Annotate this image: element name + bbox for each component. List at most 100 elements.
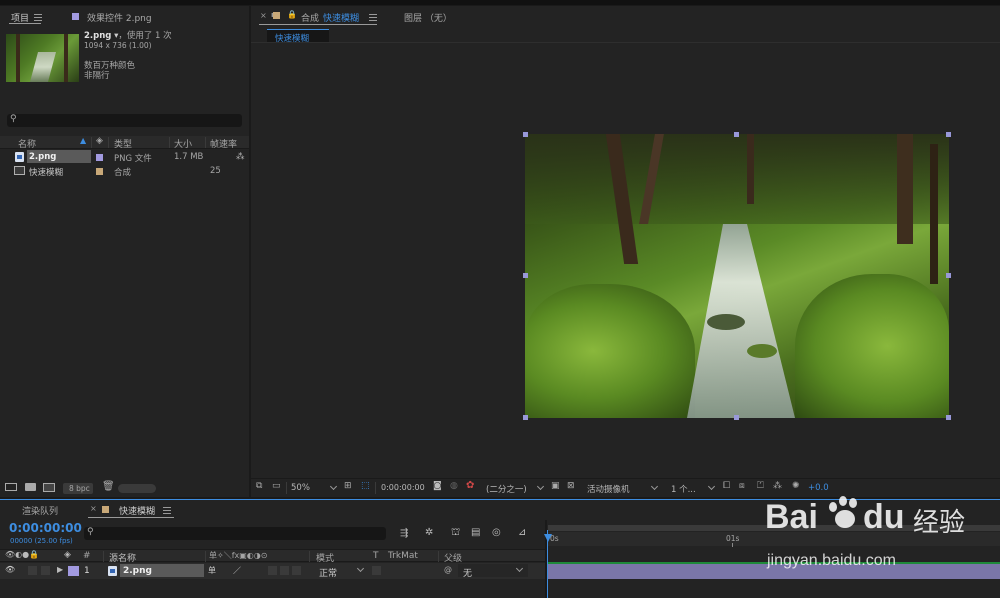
new-composition-icon[interactable] [43,483,55,492]
sort-asc-icon[interactable]: ▲ [80,136,86,145]
switch-box[interactable] [268,566,277,575]
toggle-pixel-aspect-icon[interactable]: ⧠ [723,481,730,491]
padlock-icon[interactable]: 🔒 [287,10,297,19]
layer-mode[interactable]: 正常 [319,566,337,579]
transform-handle[interactable] [946,273,951,278]
trkmat-box[interactable] [372,566,381,575]
tab-timeline-underline [88,517,174,518]
timeline-search-icon: ⚲ [87,527,94,537]
transform-handle[interactable] [523,273,528,278]
monitor-icon[interactable]: ▭ [272,481,281,491]
col-layer-number: # [83,551,91,561]
tab-composition-name[interactable]: 快速模糊 [323,11,359,24]
zoom-dropdown[interactable]: 50% [291,483,310,493]
project-scrollbar[interactable] [118,484,156,493]
thumb-colors: 数百万种颜色 [84,61,136,71]
paw-icon [827,496,863,532]
transform-handle[interactable] [946,132,951,137]
tab-layer[interactable]: 图层 （无） [404,11,452,24]
tab-composition-label[interactable]: 合成 [301,11,319,24]
visibility-eye-icon[interactable]: 👁 [5,565,15,574]
viewer-image[interactable] [525,134,949,418]
interpret-footage-icon[interactable] [5,483,17,491]
tab-render-queue[interactable]: 渲染队列 [22,504,58,517]
views-chevron-icon[interactable] [707,482,716,491]
trash-icon[interactable]: 🗑 [102,481,115,492]
timeline-search-input[interactable]: ⚲ [84,527,386,540]
col-divider [438,551,439,562]
expand-triangle-icon[interactable]: ▶ [57,565,63,574]
graph-editor-icon[interactable]: ⊿ [518,527,526,538]
color-channel-icon[interactable]: ✿ [466,480,474,491]
mode-chevron-icon[interactable] [356,564,365,573]
tab-timeline-comp[interactable]: 快速模糊 [119,504,155,517]
grid-icon[interactable]: ⊞ [344,481,352,491]
col-size[interactable]: 大小 [174,137,192,150]
transform-handle[interactable] [523,132,528,137]
playhead-handle[interactable] [544,534,552,542]
show-snapshot-icon[interactable]: ◍ [450,481,458,491]
label-color-swatch[interactable] [96,154,103,161]
pickwhip-icon[interactable]: @ [444,565,452,574]
switch-box[interactable] [280,566,289,575]
draft-3d-icon[interactable]: ✲ [425,527,433,538]
quality-switch-icon[interactable]: ／ [233,565,241,576]
layer-row[interactable]: 👁 ▶ 1 2.png 单 ／ 正常 @ 无 [0,563,545,579]
project-search-input[interactable]: ⚲ [7,114,242,127]
fast-preview-icon[interactable]: ⧈ [739,481,745,491]
audio-toggle[interactable] [28,566,37,575]
label-tag-icon[interactable]: ◈ [96,136,103,146]
switch-box[interactable] [292,566,301,575]
project-thumbnail [6,34,79,82]
composition-mini-flowchart-icon[interactable]: ⇶ [400,528,408,539]
new-folder-icon[interactable] [25,483,36,491]
thumb-spacer [84,51,172,61]
resolution-dropdown[interactable]: (二分之一) [486,483,527,495]
col-t: T [373,551,379,561]
frame-blending-icon[interactable]: ▤ [471,527,480,538]
timeline-icon[interactable]: ⏍ [757,481,764,491]
bpc-label: 8 bpc [69,484,90,493]
col-type[interactable]: 类型 [114,137,132,150]
always-preview-icon[interactable]: ⧉ [256,481,262,491]
effects-swatch [72,13,79,20]
item-type: 合成 [114,168,132,178]
solo-toggle[interactable] [41,566,50,575]
camera-icon[interactable]: ◙ [433,481,442,491]
comp-timecode[interactable]: 0:00:00:00 [381,483,425,492]
timeline-menu-icon[interactable] [163,507,171,514]
shy-layers-icon[interactable]: ⛫ [451,527,460,540]
col-framerate[interactable]: 帧速率 [210,137,237,150]
current-timecode[interactable]: 0:00:00:00 [9,521,82,535]
camera-chevron-icon[interactable] [650,482,659,491]
layer-name[interactable]: 2.png [123,566,152,576]
transform-handle[interactable] [734,132,739,137]
views-dropdown[interactable]: 1 个... [671,483,696,495]
zoom-chevron-icon[interactable] [329,482,338,491]
transparency-grid-icon[interactable]: ⊠ [567,481,575,491]
resolution-chevron-icon[interactable] [536,482,545,491]
col-name[interactable]: 名称 [18,137,36,150]
project-menu-icon[interactable] [34,14,42,21]
timeline-close-icon[interactable]: × [90,504,97,513]
label-color-swatch[interactable] [96,168,103,175]
motion-blur-icon[interactable]: ◎ [492,527,501,538]
camera-dropdown[interactable]: 活动摄像机 [587,483,630,495]
layer-parent[interactable]: 无 [463,566,472,579]
comp-menu-icon[interactable] [369,14,377,21]
col-trkmat: TrkMat [388,551,418,561]
tab-effect-controls[interactable]: 效果控件 2.png [87,11,152,24]
project-item-row[interactable]: 快速模糊 合成 25 [0,164,248,178]
item-type: PNG 文件 [114,154,152,164]
flowchart-icon[interactable]: ⁂ [236,152,245,162]
comp-breadcrumb[interactable]: 快速模糊 [267,29,329,44]
project-item-row[interactable]: 2.png PNG 文件 1.7 MB ⁂ [0,150,248,164]
shy-switch-icon[interactable]: 单 [208,565,216,576]
layer-label-swatch[interactable] [68,566,79,576]
mask-icon[interactable]: ⬚ [361,481,370,491]
transform-handle[interactable] [734,415,739,420]
transform-handle[interactable] [523,415,528,420]
close-icon[interactable]: × [260,11,267,20]
transform-handle[interactable] [946,415,951,420]
region-of-interest-icon[interactable]: ▣ [551,481,560,491]
